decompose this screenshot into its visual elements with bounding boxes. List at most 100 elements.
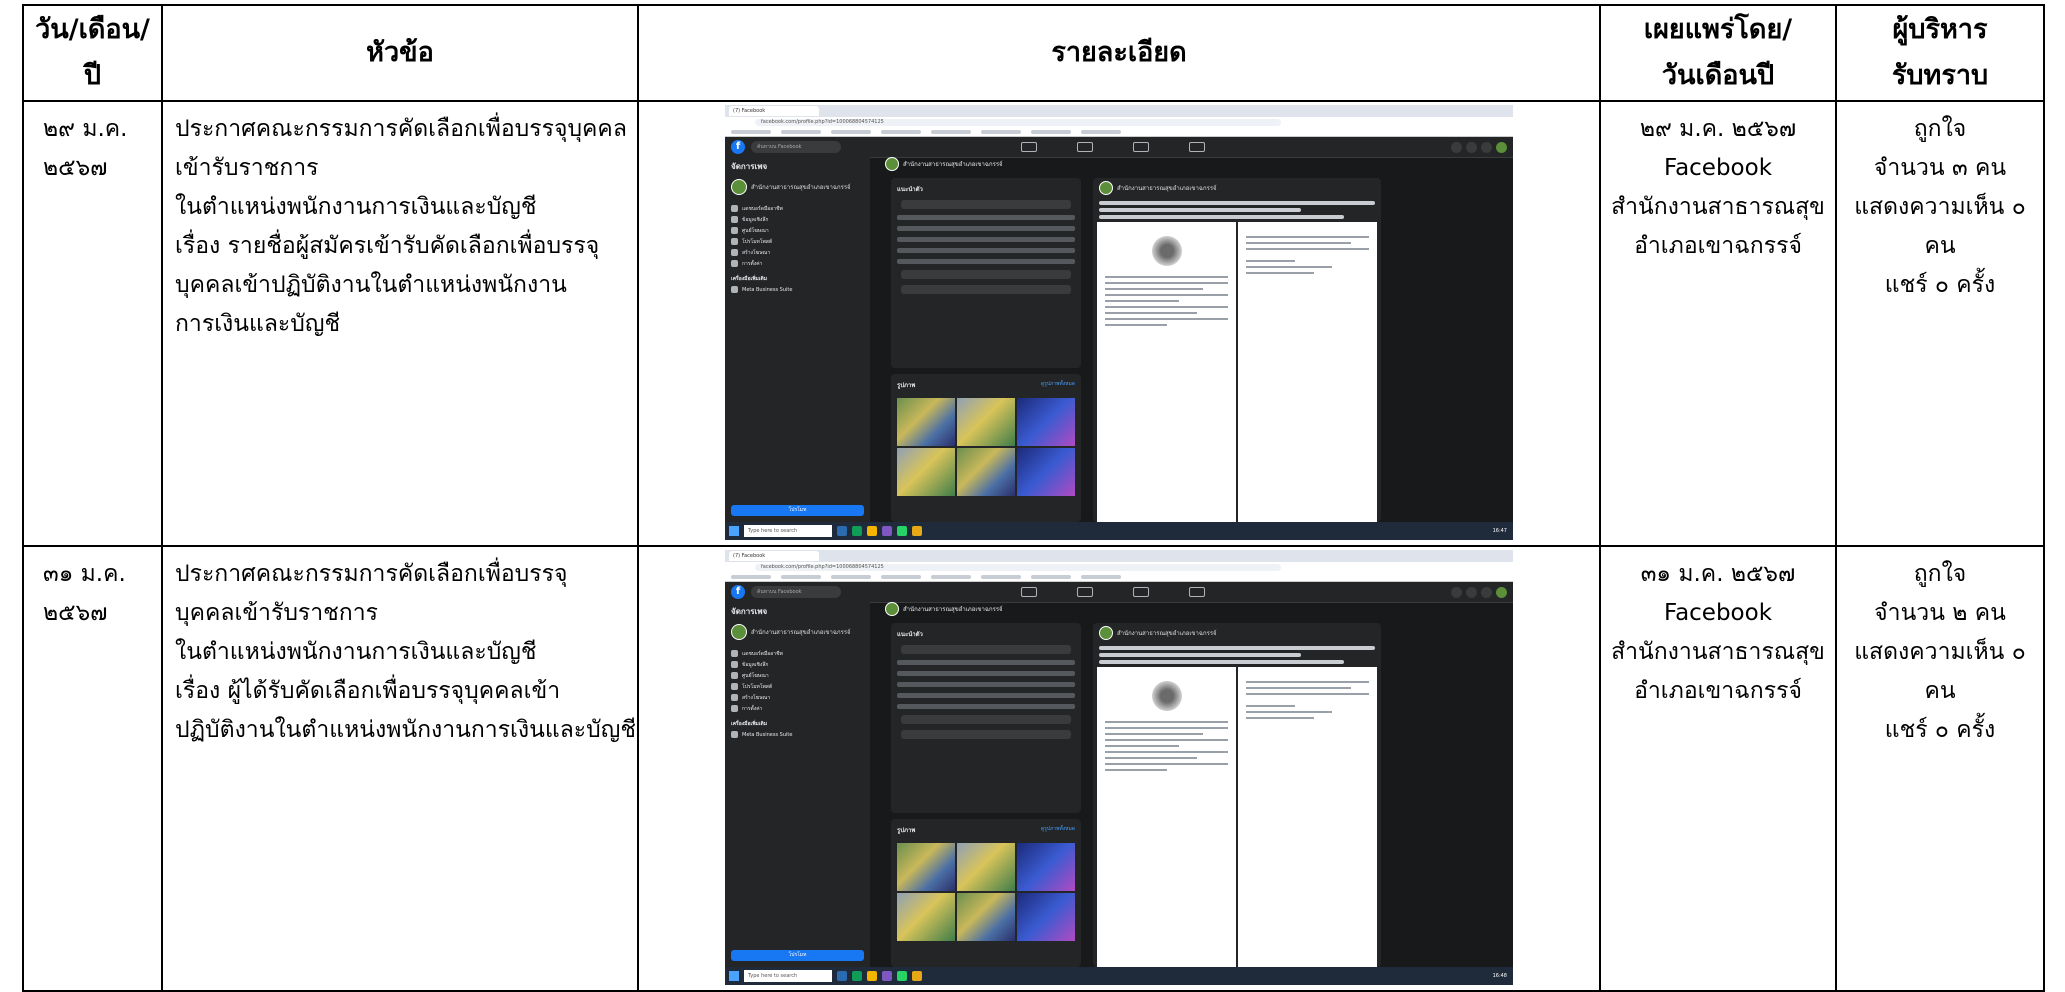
publisher-line: อำเภอเขาฉกรรจ์ <box>1634 678 1802 704</box>
bookmark <box>881 129 921 134</box>
profile-avatar <box>1496 141 1507 153</box>
header-acknowledged: ผู้บริหาร รับทราบ <box>1835 4 2045 102</box>
sidebar-item-icon <box>731 661 738 668</box>
ads-icon <box>1133 587 1149 597</box>
sheets-icon <box>852 971 862 981</box>
doc-line <box>1105 312 1198 314</box>
header-publisher-line: วันเดือนปี <box>1661 60 1775 91</box>
meta-suite-label: Meta Business Suite <box>742 286 793 293</box>
publisher-line: Facebook <box>1663 600 1773 626</box>
post-text-line <box>1099 201 1375 205</box>
doc-line <box>1246 687 1351 689</box>
acknowledged-line: แชร์ ๐ ครั้ง <box>1884 717 1996 743</box>
meta-suite-label: Meta Business Suite <box>742 731 793 738</box>
topic-line: บุคคลเข้ารับราชการ <box>175 600 378 626</box>
photos-card: รูปภาพ ดูรูปภาพทั้งหมด <box>891 819 1081 967</box>
date-line: ๓๑ ม.ค. <box>43 561 126 587</box>
announcement-images <box>1097 222 1377 522</box>
bookmark <box>831 574 871 579</box>
chrome-icon <box>867 971 877 981</box>
sidebar-page-name: สำนักงานสาธารณสุขอำเภอเขาฉกรรจ์ <box>751 629 851 636</box>
more-tools-label: เครื่องมือเพิ่มเติม <box>731 275 768 282</box>
bookmarks-bar <box>725 572 1513 582</box>
url-text: facebook.com/profile.php?id=100068804574… <box>755 118 1281 126</box>
topic-line: ในตำแหน่งพนักงานการเงินและบัญชี <box>175 194 537 220</box>
doc-line <box>1105 727 1228 729</box>
intro-button <box>901 200 1071 209</box>
bookmarks-bar <box>725 127 1513 137</box>
intro-line <box>897 226 1075 231</box>
browser-tabbar: (7) Facebook <box>725 550 1513 562</box>
intro-line <box>897 693 1075 698</box>
menu-icon <box>1451 586 1462 598</box>
more-tools: เครื่องมือเพิ่มเติม <box>731 718 864 729</box>
sidebar-item-label: ข้อมูลเชิงลึก <box>742 216 769 223</box>
windows-taskbar: Type here to search 16:48 <box>725 967 1513 985</box>
sidebar-item: ข้อมูลเชิงลึก <box>731 659 864 670</box>
date-cell: ๒๙ ม.ค. ๒๕๖๗ <box>22 100 163 547</box>
acknowledged-cell: ถูกใจ จำนวน ๒ คน แสดงความเห็น ๐คน แชร์ ๐ คร… <box>1835 545 2045 992</box>
doc-line <box>1105 324 1167 326</box>
topic-line: ประกาศคณะกรรมการคัดเลือกเพื่อบรรจุ <box>175 561 568 587</box>
page-main: สำนักงานสาธารณสุขอำเภอเขาฉกรรจ์ แนะนำตัว… <box>885 156 1513 522</box>
bookmark <box>981 129 1021 134</box>
doc-line <box>1246 248 1369 250</box>
photos-card: รูปภาพ ดูรูปภาพทั้งหมด <box>891 374 1081 522</box>
publisher-line: ๓๑ ม.ค. ๒๕๖๗ <box>1640 561 1796 587</box>
bookmark <box>731 574 771 579</box>
bell-icon <box>1481 586 1492 598</box>
doc-line <box>1246 272 1314 274</box>
sidebar-item-icon <box>731 672 738 679</box>
topic-line: เรื่อง รายชื่อผู้สมัครเข้ารับคัดเลือกเพื… <box>175 233 600 259</box>
topic-line: เรื่อง ผู้ได้รับคัดเลือกเพื่อบรรจุบุคคลเ… <box>175 678 561 704</box>
line-icon <box>897 971 907 981</box>
doc-line <box>1246 705 1296 707</box>
sidebar-item: สร้างโฆษณา <box>731 247 864 258</box>
app-icon <box>882 526 892 536</box>
sidebar-item-icon <box>731 694 738 701</box>
post-text-line <box>1099 660 1344 664</box>
header-date: วัน/เดือน/ปี <box>22 4 163 102</box>
publisher-cell: ๓๑ ม.ค. ๒๕๖๗ Facebook สำนักงานสาธารณสุข อำเ… <box>1599 545 1837 992</box>
sidebar-items: แดชบอร์ดมืออาชีพ ข้อมูลเชิงลึก ศูนย์โฆษณาโ… <box>731 203 864 269</box>
doc-line <box>1246 681 1369 683</box>
megaphone-icon <box>1189 142 1205 152</box>
post-avatar <box>1099 626 1113 640</box>
sidebar-item-label: แดชบอร์ดมืออาชีพ <box>742 205 783 212</box>
page-header-name: สำนักงานสาธารณสุขอำเภอเขาฉกรรจ์ <box>903 161 1003 168</box>
post-text-line <box>1099 653 1301 657</box>
bookmark <box>1081 129 1121 134</box>
header-topic: หัวข้อ <box>161 4 639 102</box>
promote-button: โปรโมท <box>731 950 864 961</box>
intro-button <box>901 285 1071 294</box>
photo-thumb <box>897 448 955 496</box>
bookmark <box>1031 129 1071 134</box>
promote-button: โปรโมท <box>731 505 864 516</box>
facebook-screenshot: (7) Facebook facebook.com/profile.php?id… <box>725 550 1513 985</box>
sidebar-item: แดชบอร์ดมืออาชีพ <box>731 203 864 214</box>
acknowledged-line: จำนวน ๓ คน <box>1873 155 2007 181</box>
acknowledged-line: ถูกใจ <box>1913 561 1967 587</box>
photo-thumb <box>1017 448 1075 496</box>
photo-thumb <box>957 448 1015 496</box>
intro-button <box>901 715 1071 724</box>
post-avatar <box>1099 181 1113 195</box>
sidebar-item-label: แดชบอร์ดมืออาชีพ <box>742 650 783 657</box>
sidebar-item-icon <box>731 227 738 234</box>
doc-line <box>1105 300 1179 302</box>
facebook-search: ค้นหาบน Facebook <box>751 586 841 598</box>
meta-suite: Meta Business Suite <box>731 284 864 295</box>
garuda-seal-icon <box>1151 681 1182 711</box>
doc-line <box>1105 751 1228 753</box>
doc-line <box>1105 721 1228 723</box>
acknowledged-line: ถูกใจ <box>1913 116 1967 142</box>
bookmark <box>831 129 871 134</box>
photos-header: รูปภาพ ดูรูปภาพทั้งหมด <box>897 380 1075 390</box>
header-date-line: ปี <box>83 60 102 91</box>
doc-line <box>1246 693 1369 695</box>
chrome-icon <box>867 526 877 536</box>
sidebar-item: ข้อมูลเชิงลึก <box>731 214 864 225</box>
sidebar-title: จัดการเพจ <box>731 162 768 171</box>
page-header-name: สำนักงานสาธารณสุขอำเภอเขาฉกรรจ์ <box>903 606 1003 613</box>
taskbar-clock: 16:48 <box>1492 973 1507 979</box>
